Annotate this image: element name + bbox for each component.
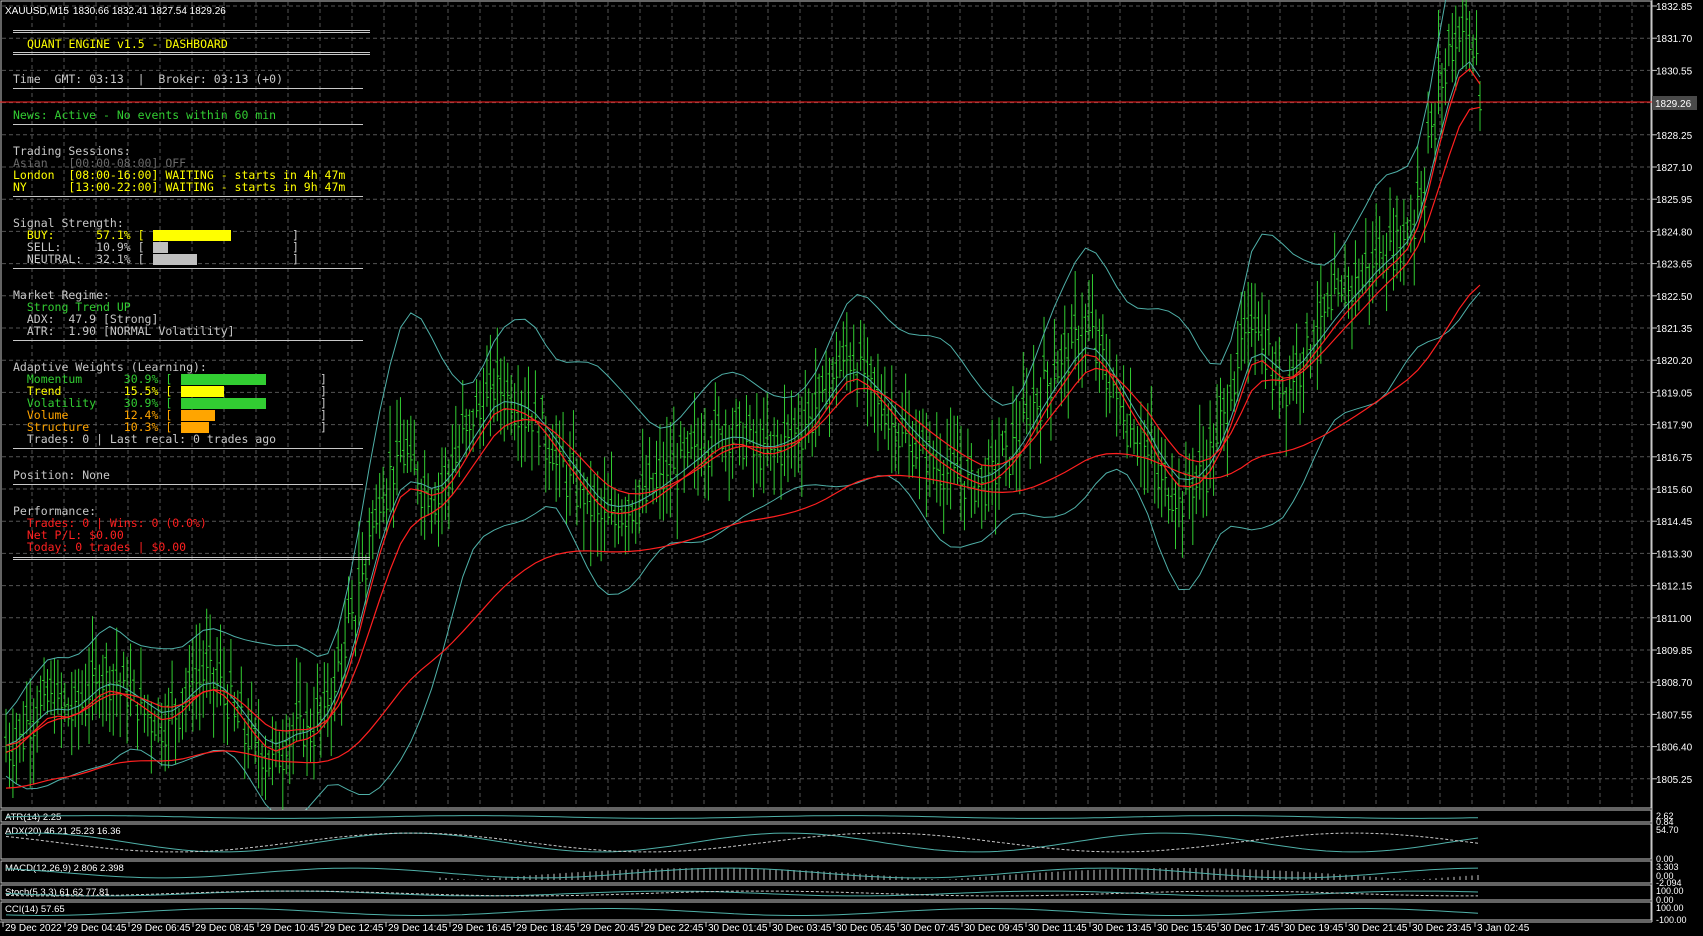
time-tick-label: 29 Dec 16:45 (452, 923, 512, 934)
time-tick-label: 30 Dec 21:45 (1348, 923, 1408, 934)
time-tick-label: 29 Dec 14:45 (388, 923, 448, 934)
time-tick-label: 29 Dec 18:45 (516, 923, 576, 934)
price-tick-label: 1816.75 (1656, 453, 1693, 464)
weight-bar (181, 374, 266, 385)
price-tick-label: 1832.85 (1656, 2, 1693, 13)
time-tick-label: 30 Dec 13:45 (1092, 923, 1152, 934)
price-tick-label: 1809.85 (1656, 646, 1693, 657)
price-tick-label: 1830.55 (1656, 66, 1693, 77)
price-tick-label: 1815.60 (1656, 485, 1693, 496)
weight-bar (181, 422, 209, 433)
indicator-scale-label: -100.00 (1656, 915, 1687, 925)
price-tick-label: 1820.20 (1656, 356, 1693, 367)
time-axis: 29 Dec 2022 29 Dec 04:45 29 Dec 06:45 29 De… (0, 921, 1652, 934)
dashboard-panel: QUANT ENGINE v1.5 - DASHBOARD Time GMT: … (0, 0, 400, 580)
time-tick-label: 29 Dec 08:45 (195, 923, 255, 934)
time-tick-label: 30 Dec 15:45 (1157, 923, 1217, 934)
position-line: Position: None (13, 468, 110, 482)
indicator-window (0, 901, 1652, 921)
time-tick-label: 29 Dec 2022 (5, 923, 62, 934)
indicator-label: CCI(14) 57.65 (5, 904, 65, 915)
price-tick-label: 1812.15 (1656, 582, 1693, 593)
signal-bar (153, 242, 168, 253)
price-tick-label: 1831.70 (1656, 34, 1693, 45)
time-tick-label: 30 Dec 01:45 (708, 923, 768, 934)
indicator-scale-label: 54.70 (1656, 825, 1679, 835)
weight-bar (181, 386, 224, 397)
weight-bracket: ] (320, 420, 327, 434)
price-tick-label: 1817.90 (1656, 421, 1693, 432)
time-line: Time GMT: 03:13 | Broker: 03:13 (+0) (13, 72, 284, 86)
time-tick-label: 30 Dec 17:45 (1220, 923, 1280, 934)
weights-footer: Trades: 0 | Last recal: 0 trades ago (13, 432, 277, 446)
time-tick-label: 30 Dec 03:45 (772, 923, 832, 934)
regime-atr: ATR: 1.90 [NORMAL Volatility] (13, 324, 235, 338)
time-tick-label: 30 Dec 05:45 (836, 923, 896, 934)
current-price-label: 1829.26 (1655, 99, 1692, 110)
signal-bracket: ] (292, 252, 299, 266)
price-tick-label: 1807.55 (1656, 710, 1693, 721)
price-tick-label: 1814.45 (1656, 517, 1693, 528)
price-tick-label: 1824.80 (1656, 227, 1693, 238)
price-tick-label: 1821.35 (1656, 324, 1693, 335)
time-tick-label: 29 Dec 12:45 (324, 923, 384, 934)
price-tick-label: 1813.30 (1656, 549, 1693, 560)
time-tick-label: 29 Dec 06:45 (131, 923, 191, 934)
time-tick-label: 29 Dec 20:45 (580, 923, 640, 934)
price-tick-label: 1825.95 (1656, 195, 1693, 206)
dashboard-title: QUANT ENGINE v1.5 - DASHBOARD (27, 37, 228, 51)
weight-bar (181, 398, 266, 409)
time-tick-label: 30 Dec 07:45 (900, 923, 960, 934)
indicator-window (0, 884, 1652, 901)
time-tick-label: 3 Jan 02:45 (1477, 923, 1530, 934)
time-tick-label: 29 Dec 04:45 (67, 923, 127, 934)
price-tick-label: 1819.05 (1656, 388, 1693, 399)
session-row: NY [13:00-22:00] WAITING - starts in 9h … (13, 180, 346, 194)
signal-bar (153, 254, 197, 265)
weight-bar (181, 410, 215, 421)
time-tick-label: 30 Dec 11:45 (1028, 923, 1087, 934)
news-line: News: Active - No events within 60 min (13, 108, 277, 122)
time-tick-label: 30 Dec 23:45 (1412, 923, 1472, 934)
price-tick-label: 1822.50 (1656, 292, 1693, 303)
time-tick-label: 29 Dec 10:45 (260, 923, 320, 934)
time-tick-label: 29 Dec 22:45 (644, 923, 704, 934)
price-tick-label: 1808.70 (1656, 678, 1693, 689)
price-axis: 1832.851831.701830.551829.401828.251827.… (1651, 0, 1693, 922)
indicator-label: ATR(14) 2.25 (5, 812, 61, 823)
time-tick-label: 30 Dec 19:45 (1284, 923, 1344, 934)
indicator-scale-label: 100.00 (1656, 903, 1684, 913)
price-tick-label: 1811.00 (1656, 614, 1692, 625)
weight-row-label: Structure 10.3% [ (13, 420, 173, 434)
signal-row-label: NEUTRAL: 32.1% [ (13, 252, 145, 266)
indicator-subwindows: ATR(14) 2.25 2.620.84ADX(20) 46.21 25.23 … (0, 809, 1687, 925)
performance-today: Today: 0 trades | $0.00 (13, 540, 187, 554)
time-tick-label: 30 Dec 09:45 (964, 923, 1024, 934)
signal-bar (153, 230, 231, 241)
price-tick-label: 1805.25 (1656, 775, 1693, 786)
price-tick-label: 1806.40 (1656, 743, 1693, 754)
indicator-label: ADX(20) 46.21 25.23 16.36 (5, 826, 121, 837)
price-tick-label: 1827.10 (1656, 163, 1693, 174)
price-tick-label: 1823.65 (1656, 260, 1693, 271)
price-tick-label: 1828.25 (1656, 131, 1693, 142)
indicator-window (0, 823, 1652, 860)
